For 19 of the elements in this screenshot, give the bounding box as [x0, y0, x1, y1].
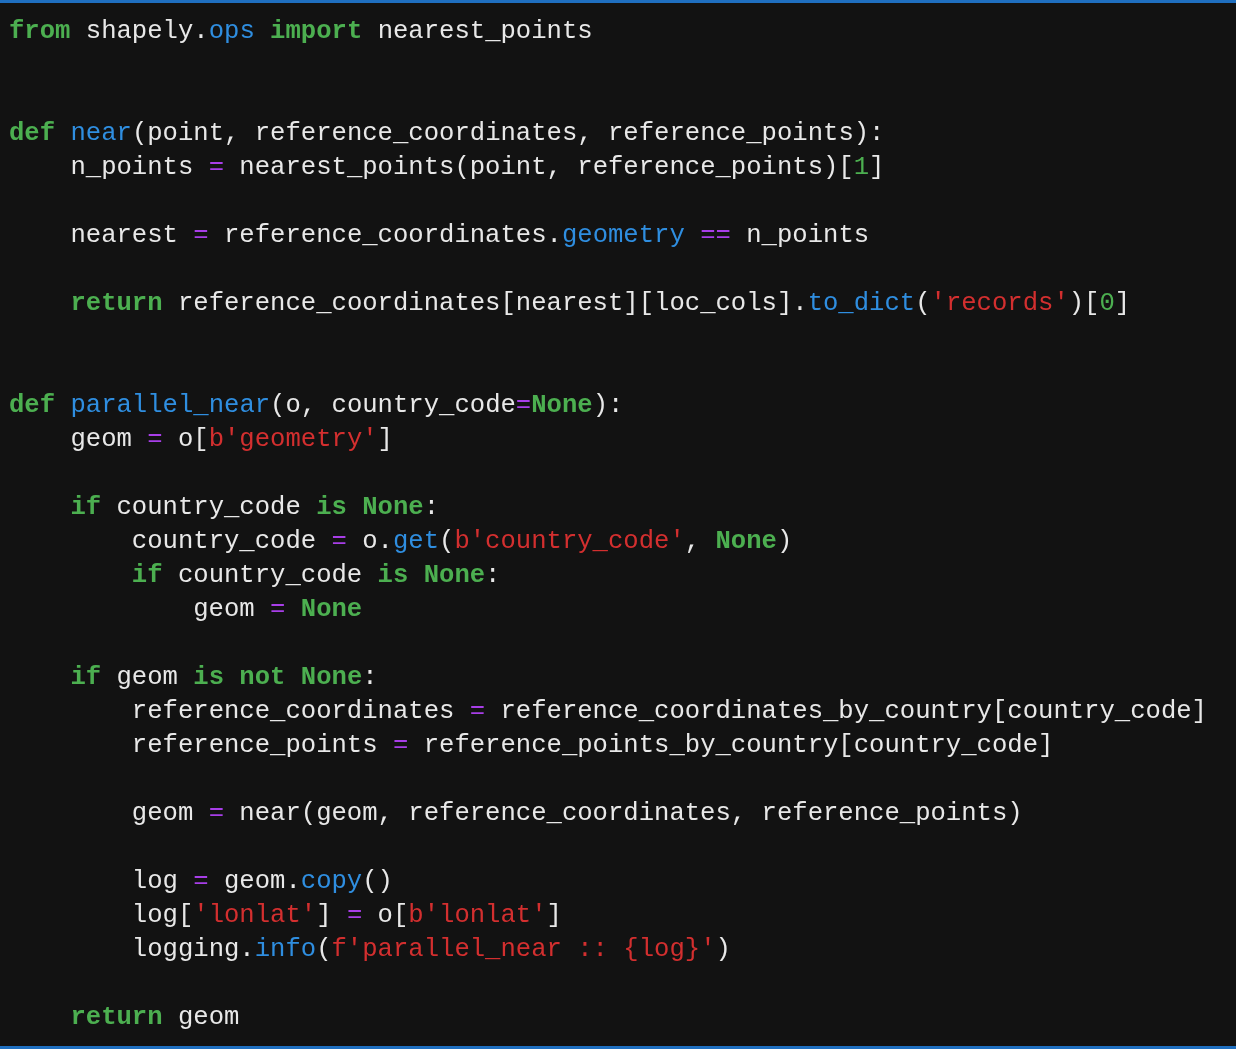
code-line: if geom is not None: [70, 663, 378, 692]
code-line: logging.info(f'parallel_near :: {log}') [131, 935, 731, 964]
code-line: def near(point, reference_coordinates, reference_points): [9, 119, 885, 148]
code-line: geom = near(geom, reference_coordinates, reference_points) [131, 799, 1023, 828]
code-line: if country_code is None: [131, 561, 501, 590]
code-line: from shapely.ops import nearest_points [9, 17, 593, 46]
code-line: geom = o[b'geometry'] [70, 425, 393, 454]
code-line: if country_code is None: [70, 493, 440, 522]
code-line: log['lonlat'] = o[b'lonlat'] [131, 901, 562, 930]
code-line: def parallel_near(o, country_code=None): [9, 391, 624, 420]
code-line: log = geom.copy() [131, 867, 393, 896]
code-line: country_code = o.get(b'country_code', None) [131, 527, 793, 556]
code-line: nearest = reference_coordinates.geometry == n_points [70, 221, 870, 250]
code-line: reference_points = reference_points_by_country[country_code] [131, 731, 1054, 760]
code-line: return reference_coordinates[nearest][loc_cols].to_dict('records')[0] [70, 289, 1131, 318]
code-line: return geom [70, 1003, 240, 1032]
code-line: reference_coordinates = reference_coordinates_by_country[country_code] [131, 697, 1207, 726]
code-line: n_points = nearest_points(point, reference_points)[1] [70, 153, 885, 182]
code-line: geom = None [193, 595, 363, 624]
